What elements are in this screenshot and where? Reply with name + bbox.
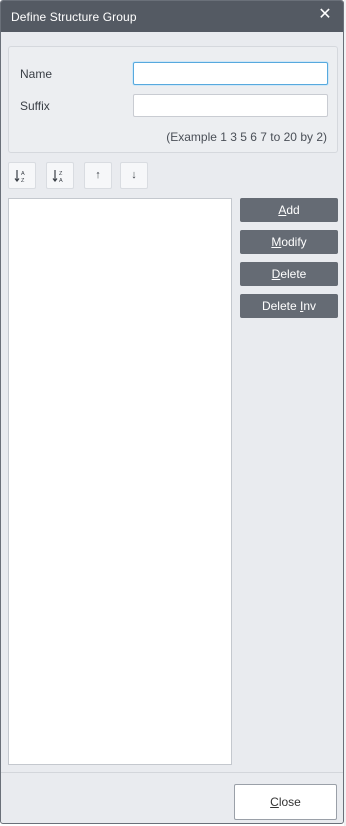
move-down-button[interactable]: ↓	[120, 162, 148, 189]
sort-descending-icon: Z A	[52, 170, 63, 184]
structure-group-list[interactable]	[8, 198, 232, 765]
suffix-label: Suffix	[20, 99, 50, 113]
name-suffix-group: Name Suffix (Example 1 3 5 6 7 to 20 by …	[8, 46, 338, 153]
sort-ascending-icon: A Z	[14, 170, 25, 184]
define-structure-group-dialog: Define Structure Group ✕ Name Suffix (Ex…	[0, 0, 344, 824]
name-label: Name	[20, 67, 53, 81]
svg-text:Z: Z	[59, 171, 63, 177]
arrow-down-icon: ↓	[131, 169, 137, 181]
arrow-up-icon: ↑	[95, 169, 101, 181]
sort-descending-button[interactable]: Z A	[46, 162, 74, 189]
suffix-input[interactable]	[133, 94, 328, 117]
svg-text:A: A	[59, 178, 63, 183]
svg-text:A: A	[21, 171, 25, 177]
add-button[interactable]: Add	[240, 198, 338, 222]
title-bar[interactable]: Define Structure Group ✕	[1, 1, 343, 32]
suffix-example-hint: (Example 1 3 5 6 7 to 20 by 2)	[166, 130, 327, 144]
dialog-title: Define Structure Group	[11, 10, 137, 24]
close-icon[interactable]: ✕	[316, 6, 334, 24]
modify-button[interactable]: Modify	[240, 230, 338, 254]
delete-button[interactable]: Delete	[240, 262, 338, 286]
footer-divider	[1, 772, 343, 773]
name-input[interactable]	[133, 62, 328, 85]
close-button[interactable]: Close	[234, 784, 337, 820]
svg-text:Z: Z	[21, 178, 25, 183]
delete-inv-button[interactable]: Delete Inv	[240, 294, 338, 318]
move-up-button[interactable]: ↑	[84, 162, 112, 189]
sort-ascending-button[interactable]: A Z	[8, 162, 36, 189]
